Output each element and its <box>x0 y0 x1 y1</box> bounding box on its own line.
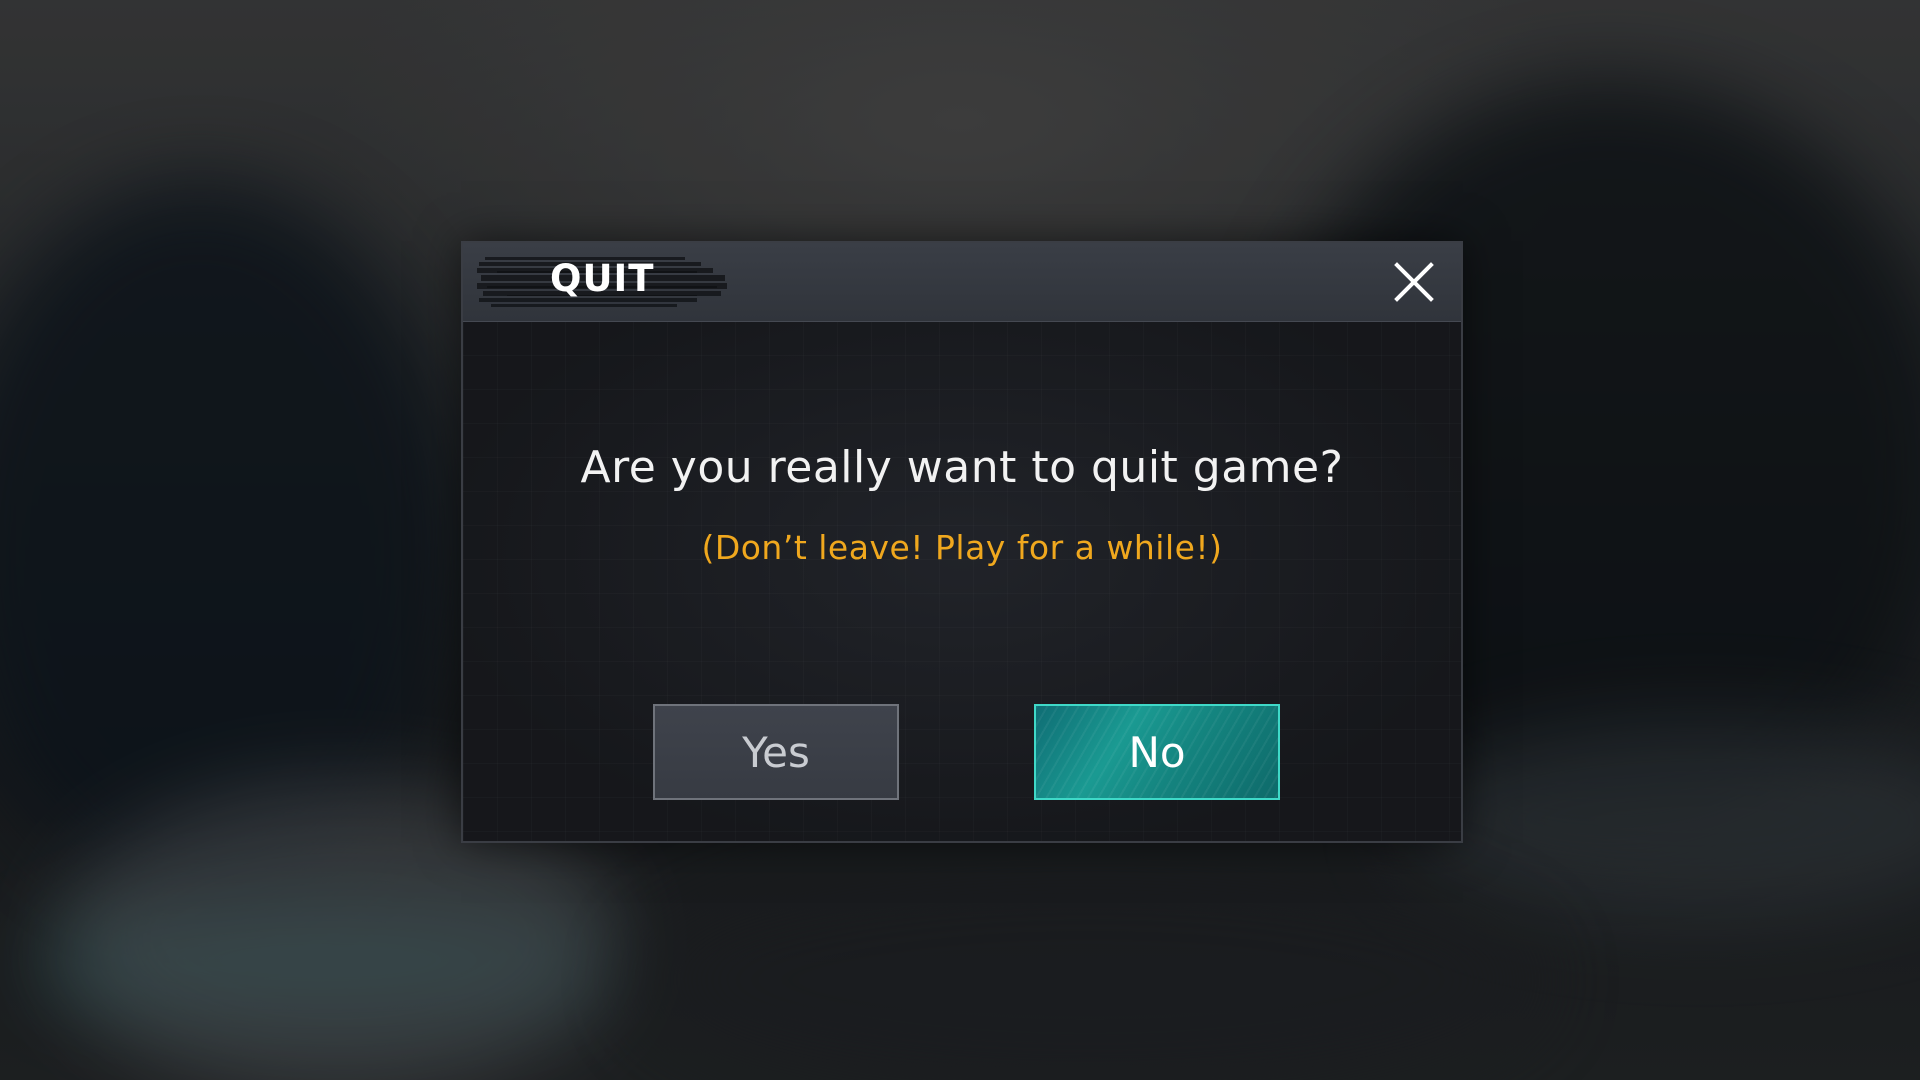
no-button[interactable]: No <box>1034 704 1280 800</box>
dialog-header: QUIT <box>463 243 1461 322</box>
no-button-label: No <box>1128 727 1186 777</box>
quit-subtitle: (Don’t leave! Play for a while!) <box>701 528 1223 567</box>
close-icon <box>1394 262 1434 302</box>
dialog-vignette <box>463 321 1461 841</box>
close-button[interactable] <box>1393 261 1435 303</box>
dialog-title: QUIT <box>550 257 655 300</box>
quit-dialog: QUIT Are you really want to quit game? (… <box>461 241 1463 843</box>
yes-button-label: Yes <box>742 727 810 777</box>
quit-question: Are you really want to quit game? <box>580 442 1344 493</box>
yes-button[interactable]: Yes <box>653 704 899 800</box>
